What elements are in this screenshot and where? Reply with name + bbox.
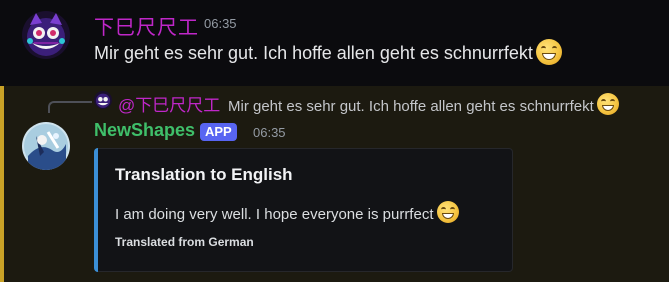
- grinning-emoji-icon: [596, 93, 619, 115]
- bot-avatar[interactable]: [22, 122, 70, 170]
- embed-accent-bar: [94, 148, 98, 272]
- message-1: 下巳尺尺工 06:35 Mir geht es sehr gut. Ich ho…: [0, 0, 669, 84]
- reply-preview[interactable]: Mir geht es sehr gut. Ich hoffe allen ge…: [228, 93, 619, 115]
- author-name[interactable]: 下巳尺尺工: [94, 11, 199, 40]
- reply-avatar-cat[interactable]: [94, 91, 112, 109]
- embed-description-text: I am doing very well. I hope everyone is…: [115, 206, 434, 223]
- grinning-emoji-icon: [436, 201, 459, 223]
- message-content: Mir geht es sehr gut. Ich hoffe allen ge…: [94, 39, 562, 65]
- reply-preview-text: Mir geht es sehr gut. Ich hoffe allen ge…: [228, 98, 594, 115]
- message-text: Mir geht es sehr gut. Ich hoffe allen ge…: [94, 43, 533, 63]
- bot-author-name[interactable]: NewShapes: [94, 120, 195, 141]
- embed-title: Translation to English: [115, 165, 293, 184]
- embed-description: I am doing very well. I hope everyone is…: [115, 201, 459, 223]
- timestamp: 06:35: [204, 16, 237, 31]
- app-badge: APP: [200, 123, 237, 141]
- reply-connector: [48, 101, 92, 113]
- user-avatar-cat[interactable]: [22, 11, 70, 59]
- timestamp: 06:35: [253, 125, 286, 140]
- grinning-emoji-icon: [535, 39, 562, 65]
- message-2: @下巳尺尺工 Mir geht es sehr gut. Ich hoffe a…: [0, 86, 669, 282]
- mention-highlight-bar: [0, 86, 4, 282]
- reply-author-mention[interactable]: @下巳尺尺工: [118, 91, 220, 116]
- translation-embed: Translation to English I am doing very w…: [94, 148, 513, 272]
- embed-footer: Translated from German: [115, 235, 254, 249]
